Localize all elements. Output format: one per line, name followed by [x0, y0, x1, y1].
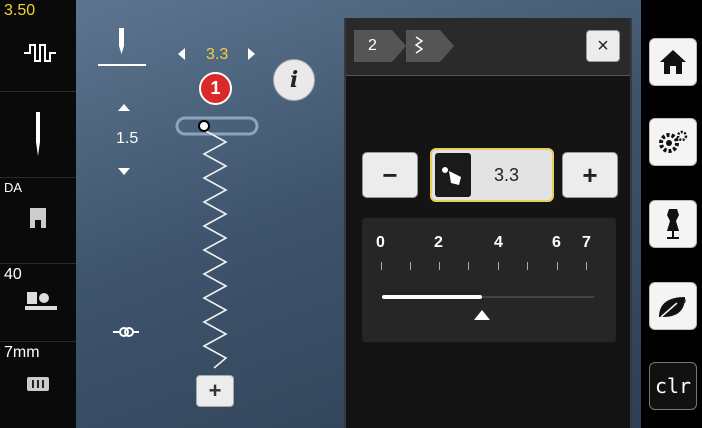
- home-icon: [660, 50, 686, 74]
- tick-mark: [527, 262, 528, 270]
- needle-position-up-arrow[interactable]: [118, 104, 130, 111]
- breadcrumb-step-label: 2: [368, 37, 377, 54]
- tick-mark: [410, 262, 411, 270]
- stitch-plate-value: 7mm: [4, 344, 40, 361]
- tick-mark: [439, 262, 440, 270]
- main-area: 3.3 1 i 1.5 + 2 × − 3.3 + 0 2 4 6 7: [76, 0, 641, 428]
- slider-tick-7: 7: [582, 234, 591, 251]
- clear-button[interactable]: clr: [649, 362, 697, 410]
- eco-leaf-icon: eco: [659, 296, 686, 318]
- stitch-width-value: 3.50: [4, 2, 36, 19]
- breadcrumb-separator-icon: [392, 30, 406, 62]
- foot-pressure-icon: [25, 292, 57, 310]
- breadcrumb-step[interactable]: 2: [354, 30, 392, 62]
- knob-hand-icon: [442, 167, 461, 185]
- needle-cell[interactable]: [0, 92, 76, 178]
- foot-pressure-cell[interactable]: 40: [0, 264, 76, 342]
- stitch-width-cell[interactable]: 3.50: [0, 0, 76, 92]
- stitch-length-right-arrow[interactable]: [248, 48, 255, 60]
- stitch-preview: [175, 116, 259, 369]
- stitch-plate-cell[interactable]: 7mm: [0, 342, 76, 428]
- stitch-length-field[interactable]: 3.3: [430, 148, 554, 202]
- needle-position-display[interactable]: [98, 24, 146, 66]
- stitch-length-value: 3.3: [206, 46, 229, 63]
- needle-icon: [36, 112, 40, 156]
- clear-button-label: clr: [654, 374, 692, 398]
- tutorial-button[interactable]: [649, 200, 697, 248]
- indicator-badge: 1: [199, 72, 232, 105]
- stitch-plate-icon: [27, 377, 49, 391]
- dress-form-icon: [667, 209, 679, 239]
- tick-mark: [381, 262, 382, 270]
- width-stitch-icon: [24, 44, 56, 62]
- tick-mark: [586, 262, 587, 270]
- decrease-button[interactable]: −: [362, 152, 418, 198]
- dialog-header: 2 ×: [346, 18, 630, 76]
- settings-button[interactable]: [649, 118, 697, 166]
- increase-button[interactable]: +: [562, 152, 618, 198]
- slider-thumb[interactable]: [473, 310, 490, 320]
- foot-pressure-value: 40: [4, 266, 22, 283]
- presser-foot-icon: [30, 208, 46, 228]
- stitch-length-slider[interactable]: 0 2 4 6 7: [362, 218, 616, 342]
- zigzag-stitch-icon: [414, 36, 424, 54]
- close-button[interactable]: ×: [586, 30, 620, 62]
- add-button[interactable]: +: [196, 375, 234, 407]
- tick-mark: [557, 262, 558, 270]
- eco-button[interactable]: eco: [649, 282, 697, 330]
- slider-tick-2: 2: [434, 234, 443, 251]
- slider-tick-4: 4: [494, 234, 503, 251]
- home-button[interactable]: [649, 38, 697, 86]
- foot-indicator-label: DA: [4, 180, 23, 195]
- navigation-column: eco clr: [641, 0, 702, 428]
- info-button[interactable]: i: [273, 59, 315, 101]
- stitch-length-field-value: 3.3: [494, 165, 520, 185]
- presser-foot-cell[interactable]: DA: [0, 178, 76, 264]
- secure-stitch-icon: [113, 327, 139, 337]
- status-column: 3.50 DA 40 7mm: [0, 0, 76, 428]
- slider-fill: [382, 295, 482, 299]
- needle-position-icon: [119, 28, 124, 54]
- stitch-length-left-arrow[interactable]: [178, 48, 185, 60]
- slider-tick-6: 6: [552, 234, 561, 251]
- breadcrumb-stitch[interactable]: [406, 30, 440, 62]
- secure-stitch-button[interactable]: [106, 316, 144, 348]
- needle-position-down-arrow[interactable]: [118, 168, 130, 175]
- slider-tick-0: 0: [376, 234, 385, 251]
- eco-label: eco: [673, 296, 686, 305]
- needle-position-value: 1.5: [116, 130, 139, 147]
- tick-mark: [498, 262, 499, 270]
- tick-mark: [468, 262, 469, 270]
- breadcrumb-end-icon: [440, 30, 454, 62]
- gear-icon: [659, 130, 688, 153]
- knob-icon-box: [435, 153, 471, 197]
- stitch-length-dialog: 2 × − 3.3 + 0 2 4 6 7: [344, 18, 632, 428]
